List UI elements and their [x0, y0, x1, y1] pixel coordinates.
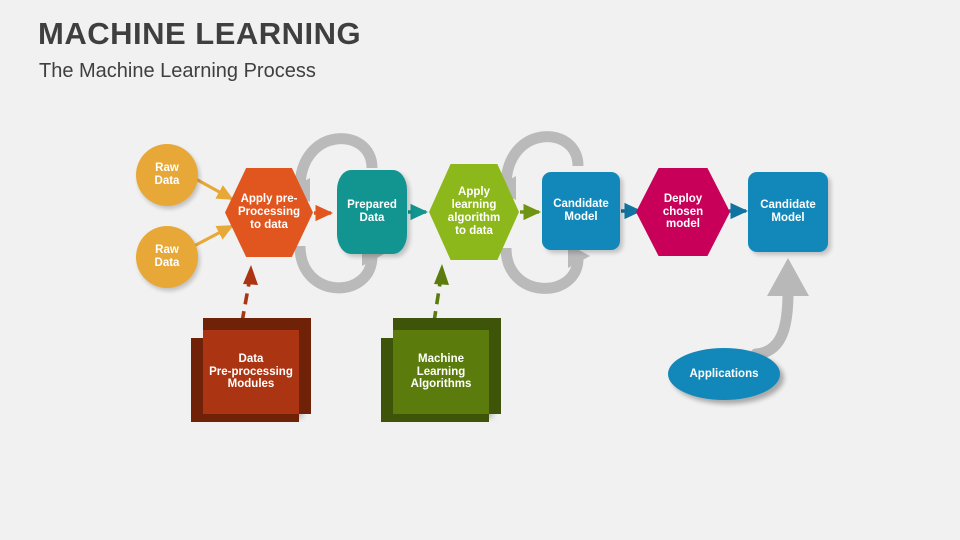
slide-canvas: MACHINE LEARNING The Machine Learning Pr…	[0, 0, 960, 540]
node-applications[interactable]	[668, 348, 780, 400]
cube-top-face	[203, 318, 299, 330]
node-raw-data-1[interactable]	[136, 144, 198, 206]
node-candidate-model-2[interactable]	[748, 172, 828, 252]
node-candidate-model-1[interactable]	[542, 172, 620, 250]
cube-front-face	[393, 330, 489, 414]
node-raw-data-2[interactable]	[136, 226, 198, 288]
cube-right-face	[489, 318, 501, 414]
connector-raw1-to-preprocessing	[193, 176, 234, 201]
cube-right-face	[299, 318, 311, 414]
cube-bottom-face	[191, 414, 299, 422]
node-data-preprocessing-modules[interactable]	[191, 318, 311, 422]
process-diagram: Raw Data Raw Data Apply pre- Processing …	[0, 0, 960, 540]
connector-dpmodules-to-preprocessing	[240, 265, 258, 323]
cube-top-face	[393, 318, 489, 330]
node-prepared-data[interactable]	[337, 170, 407, 254]
node-machine-learning-algorithms[interactable]	[381, 318, 501, 422]
connector-applications-to-candidate2	[750, 258, 809, 360]
cube-left-face	[381, 338, 393, 422]
connector-raw2-to-preprocessing	[193, 224, 234, 248]
connector-mlalgorithms-to-learning	[432, 264, 449, 323]
cube-left-face	[191, 338, 203, 422]
cube-bottom-face	[381, 414, 489, 422]
cube-front-face	[203, 330, 299, 414]
